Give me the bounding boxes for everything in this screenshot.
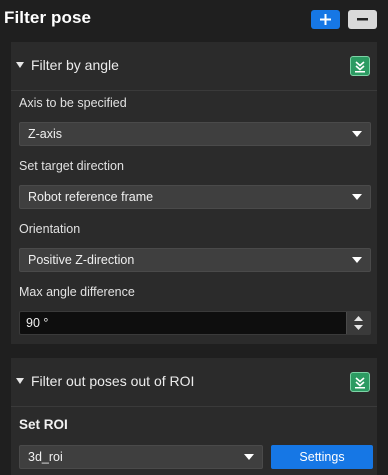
collapse-icon	[355, 377, 365, 389]
orientation-select[interactable]: Positive Z-direction	[19, 248, 371, 272]
filter-pose-panel: Filter pose Filter by angle Axis to be s…	[0, 0, 388, 475]
section-filter-roi-header[interactable]: Filter out poses out of ROI	[11, 358, 377, 406]
target-direction-value: Robot reference frame	[28, 190, 154, 204]
orientation-label: Orientation	[19, 222, 81, 236]
spin-down-icon[interactable]	[354, 325, 363, 330]
section-filter-roi-body: Set ROI 3d_roi Settings	[11, 407, 377, 475]
minus-icon	[357, 18, 368, 21]
add-button[interactable]	[311, 10, 340, 29]
section-title: Filter by angle	[31, 57, 119, 73]
triangle-down-icon	[16, 378, 24, 384]
max-angle-input[interactable]: 90 °	[19, 311, 371, 335]
axis-select-value: Z-axis	[28, 127, 63, 141]
collapse-button[interactable]	[350, 56, 370, 76]
spin-up-icon[interactable]	[354, 316, 363, 321]
section-filter-by-angle-body: Axis to be specified Z-axis Set target d…	[11, 91, 377, 344]
target-direction-label: Set target direction	[19, 159, 124, 173]
axis-select[interactable]: Z-axis	[19, 122, 371, 146]
settings-button[interactable]: Settings	[271, 445, 373, 469]
axis-label: Axis to be specified	[19, 96, 127, 110]
target-direction-select[interactable]: Robot reference frame	[19, 185, 371, 209]
set-roi-title: Set ROI	[19, 417, 68, 432]
section-filter-by-angle-header[interactable]: Filter by angle	[11, 42, 377, 90]
caret-down-icon	[352, 131, 362, 137]
caret-down-icon	[352, 257, 362, 263]
panel-title: Filter pose	[4, 8, 92, 27]
panel-header: Filter pose	[0, 0, 388, 40]
max-angle-label: Max angle difference	[19, 285, 135, 299]
max-angle-value: 90 °	[26, 316, 49, 330]
triangle-down-icon	[16, 62, 24, 68]
remove-button[interactable]	[348, 10, 377, 29]
orientation-value: Positive Z-direction	[28, 253, 135, 267]
roi-select[interactable]: 3d_roi	[19, 445, 263, 469]
plus-icon	[320, 14, 331, 25]
caret-down-icon	[244, 454, 254, 460]
collapse-button[interactable]	[350, 372, 370, 392]
collapse-icon	[355, 61, 365, 73]
section-title: Filter out poses out of ROI	[31, 373, 195, 389]
roi-select-value: 3d_roi	[28, 450, 63, 464]
spin-buttons	[346, 312, 370, 334]
caret-down-icon	[352, 194, 362, 200]
